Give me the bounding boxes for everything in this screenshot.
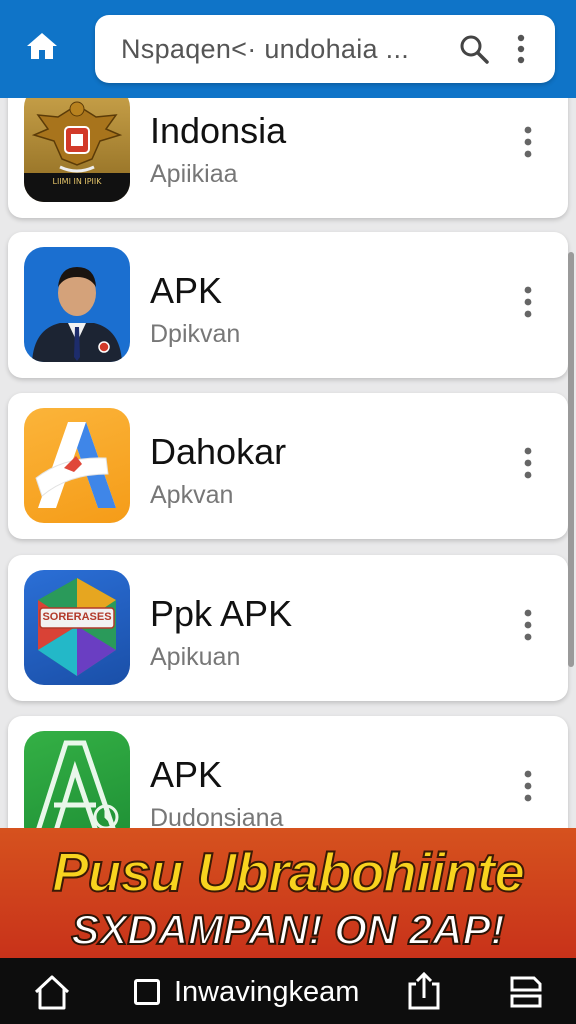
list-item[interactable]: LIIMI IN IPIIK Indonsia Apiikiaa (8, 98, 568, 218)
share-icon[interactable] (404, 970, 444, 1014)
app-name: Dahokar (150, 431, 287, 472)
nav-tab-button[interactable]: Inwavingkeam (134, 970, 359, 1014)
app-subtitle: Apkvan (150, 481, 234, 509)
list-item[interactable]: APK Dpikvan (8, 232, 568, 378)
home-button[interactable] (22, 26, 62, 66)
more-vert-icon[interactable] (516, 122, 540, 162)
portrait-icon (24, 247, 130, 362)
emblem-caption: LIIMI IN IPIIK (52, 177, 102, 186)
top-bar: Nspaqen<· undohaia ... (0, 0, 576, 98)
app-name: Ppk APK (150, 593, 293, 634)
more-vert-icon[interactable] (516, 443, 540, 483)
scrollbar[interactable] (568, 252, 574, 667)
green-a-icon (24, 731, 130, 828)
promo-banner[interactable]: Pusu Ubrabohiinte SXDAMPAN! ON 2AP! (0, 828, 576, 958)
more-vert-icon[interactable] (516, 605, 540, 645)
app-subtitle: Apiikiaa (150, 160, 238, 188)
banner-subheadline: SXDAMPAN! ON 2AP! (70, 905, 505, 954)
list-item[interactable]: APK Dudonsiana (8, 716, 568, 828)
bottom-nav-bar: Inwavingkeam (0, 958, 576, 1024)
app-name: APK (150, 270, 223, 311)
search-bar[interactable]: Nspaqen<· undohaia ... (95, 15, 555, 83)
more-vert-icon[interactable] (516, 282, 540, 322)
tab-square-icon (134, 979, 160, 1005)
badge-icon: SORERASES (24, 570, 130, 685)
list-item[interactable]: Dahokar Apkvan (8, 393, 568, 539)
more-vert-icon[interactable] (509, 32, 533, 66)
home-icon (27, 33, 57, 59)
letter-a-icon (24, 408, 130, 523)
app-name: Indonsia (150, 110, 287, 151)
more-vert-icon[interactable] (516, 766, 540, 806)
banner-headline: Pusu Ubrabohiinte (51, 840, 526, 904)
badge-caption: SORERASES (42, 611, 112, 623)
list-item[interactable]: SORERASES Ppk APK Apikuan (8, 555, 568, 701)
search-query[interactable]: Nspaqen<· undohaia ... (121, 34, 409, 65)
search-icon[interactable] (457, 32, 491, 66)
app-name: APK (150, 754, 223, 795)
app-list[interactable]: LIIMI IN IPIIK Indonsia Apiikiaa APK Dpi… (0, 98, 576, 828)
menu-icon[interactable] (504, 970, 548, 1014)
app-subtitle: Apikuan (150, 643, 241, 671)
nav-home-icon[interactable] (30, 970, 74, 1014)
app-subtitle: Dpikvan (150, 320, 241, 348)
nav-tab-label: Inwavingkeam (174, 975, 360, 1008)
garuda-emblem-icon: LIIMI IN IPIIK (24, 98, 130, 202)
app-subtitle: Dudonsiana (150, 804, 284, 828)
